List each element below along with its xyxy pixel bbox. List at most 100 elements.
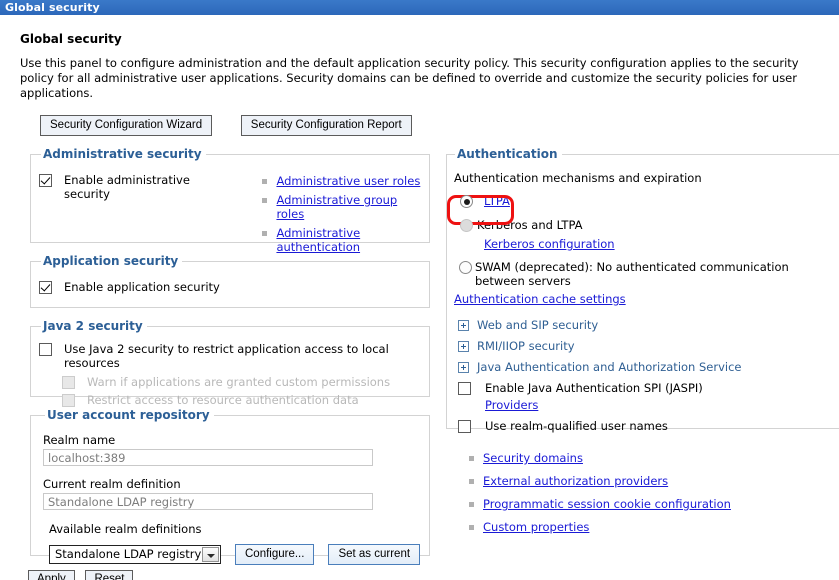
list-item: Programmatic session cookie configuratio… — [469, 497, 839, 511]
authentication-cache-settings-row: Authentication cache settings — [454, 292, 836, 306]
restrict-resource-auth-checkbox — [62, 394, 75, 407]
kerberos-and-ltpa-radio[interactable] — [460, 219, 473, 232]
security-domains-link[interactable]: Security domains — [483, 451, 583, 465]
swam-radio[interactable] — [459, 261, 472, 274]
ltpa-link[interactable]: LTPA — [484, 194, 510, 208]
warn-custom-permissions-checkbox — [62, 376, 75, 389]
list-item: External authorization providers — [469, 474, 839, 488]
administrative-group-roles-link[interactable]: Administrative group roles — [276, 193, 421, 221]
current-realm-definition-field: Standalone LDAP registry — [43, 493, 373, 510]
java2-security-legend: Java 2 security — [41, 319, 147, 333]
java-authentication-authorization-service-link[interactable]: Java Authentication and Authorization Se… — [477, 360, 742, 374]
left-column: Administrative security Enable administr… — [30, 147, 430, 567]
enable-administrative-security-row: Enable administrative security Administr… — [39, 173, 421, 259]
use-realm-qualified-label: Use realm-qualified user names — [485, 419, 668, 433]
expand-plus-icon[interactable] — [458, 362, 469, 373]
link-item: Administrative group roles — [262, 193, 421, 221]
application-security-section: Application security Enable application … — [30, 254, 430, 308]
restrict-resource-auth-row: Restrict access to resource authenticati… — [62, 393, 421, 407]
two-column-layout: Administrative security Enable administr… — [10, 147, 829, 557]
security-configuration-wizard-button[interactable]: Security Configuration Wizard — [40, 115, 212, 136]
bullet-icon — [469, 502, 474, 507]
bullet-icon — [469, 456, 474, 461]
authentication-section: Authentication Authentication mechanisms… — [446, 147, 839, 429]
expand-plus-icon[interactable] — [458, 341, 469, 352]
reset-button[interactable]: Reset — [85, 570, 133, 580]
external-authorization-providers-link[interactable]: External authorization providers — [483, 474, 668, 488]
enable-jaspi-label: Enable Java Authentication SPI (JASPI) — [485, 381, 703, 395]
page-description: Use this panel to configure administrati… — [20, 56, 835, 101]
use-realm-qualified-row: Use realm-qualified user names — [458, 419, 836, 433]
providers-link[interactable]: Providers — [485, 398, 538, 412]
kerberos-configuration-link[interactable]: Kerberos configuration — [484, 237, 615, 251]
list-item: Security domains — [469, 451, 839, 465]
warn-custom-permissions-label: Warn if applications are granted custom … — [87, 375, 390, 389]
configure-button[interactable]: Configure... — [235, 544, 314, 565]
bottom-links-list: Security domains External authorization … — [469, 451, 839, 534]
user-account-repository-legend: User account repository — [45, 408, 214, 422]
realm-name-field: localhost:389 — [43, 449, 373, 466]
bullet-icon — [469, 525, 474, 530]
providers-row: Providers — [485, 398, 836, 412]
bullet-icon — [262, 198, 267, 203]
page-title: Global security — [20, 32, 829, 46]
chevron-down-icon[interactable] — [202, 547, 219, 562]
administrative-security-legend: Administrative security — [41, 147, 206, 161]
bullet-icon — [469, 479, 474, 484]
kerberos-and-ltpa-label: Kerberos and LTPA — [477, 218, 583, 232]
use-realm-qualified-checkbox[interactable] — [458, 420, 471, 433]
expand-plus-icon[interactable] — [458, 320, 469, 331]
apply-button[interactable]: Apply — [28, 570, 75, 580]
tree-item-rmi-iiop-security[interactable]: RMI/IIOP security — [458, 339, 836, 353]
tree-item-web-sip-security[interactable]: Web and SIP security — [458, 318, 836, 332]
tree-item-jaas[interactable]: Java Authentication and Authorization Se… — [458, 360, 836, 374]
available-realm-definitions-select[interactable]: Standalone LDAP registry — [49, 545, 221, 564]
link-item: Administrative authentication — [262, 226, 421, 254]
enable-administrative-security-checkbox[interactable] — [39, 174, 52, 187]
web-and-sip-security-link[interactable]: Web and SIP security — [477, 318, 598, 332]
use-java2-security-label: Use Java 2 security to restrict applicat… — [64, 342, 421, 370]
warn-custom-permissions-row: Warn if applications are granted custom … — [62, 375, 421, 389]
authentication-mechanisms-label: Authentication mechanisms and expiration — [454, 171, 836, 185]
kerberos-configuration-row: Kerberos configuration — [484, 237, 836, 251]
page-body: Global security Use this panel to config… — [0, 32, 839, 580]
authentication-cache-settings-link[interactable]: Authentication cache settings — [454, 292, 626, 306]
rmi-iiop-security-link[interactable]: RMI/IIOP security — [477, 339, 575, 353]
right-column: Authentication Authentication mechanisms… — [446, 147, 839, 543]
enable-administrative-security-label: Enable administrative security — [64, 173, 214, 201]
administrative-user-roles-link[interactable]: Administrative user roles — [276, 174, 420, 188]
administrative-security-section: Administrative security Enable administr… — [30, 147, 430, 243]
administrative-authentication-link[interactable]: Administrative authentication — [276, 226, 421, 254]
enable-jaspi-row: Enable Java Authentication SPI (JASPI) — [458, 381, 836, 395]
programmatic-session-cookie-configuration-link[interactable]: Programmatic session cookie configuratio… — [483, 497, 731, 511]
current-realm-definition-label: Current realm definition — [43, 477, 421, 491]
bullet-icon — [262, 179, 267, 184]
swam-label: SWAM (deprecated): No authenticated comm… — [475, 260, 836, 288]
enable-jaspi-checkbox[interactable] — [458, 382, 471, 395]
window-titlebar: Global security — [0, 0, 839, 15]
ltpa-radio[interactable] — [460, 195, 473, 208]
administrative-security-links: Administrative user roles Administrative… — [262, 174, 421, 259]
application-security-legend: Application security — [41, 254, 182, 268]
realm-name-label: Realm name — [43, 433, 421, 447]
window-title: Global security — [5, 1, 100, 14]
enable-application-security-row: Enable application security — [39, 280, 421, 294]
swam-option-row: SWAM (deprecated): No authenticated comm… — [459, 260, 836, 288]
authentication-legend: Authentication — [455, 147, 562, 161]
kerberos-and-ltpa-option-row: Kerberos and LTPA — [460, 218, 836, 232]
user-account-repository-section: User account repository Realm name local… — [30, 408, 430, 556]
list-item: Custom properties — [469, 520, 839, 534]
bullet-icon — [262, 231, 267, 236]
realm-controls-row: Standalone LDAP registry Configure... Se… — [49, 544, 421, 565]
available-realm-selected-value: Standalone LDAP registry — [55, 546, 202, 563]
security-configuration-report-button[interactable]: Security Configuration Report — [241, 115, 412, 136]
top-button-bar: Security Configuration Wizard Security C… — [40, 115, 829, 136]
available-realm-definitions-label: Available realm definitions — [49, 522, 421, 536]
enable-application-security-checkbox[interactable] — [39, 281, 52, 294]
restrict-resource-auth-label: Restrict access to resource authenticati… — [87, 393, 359, 407]
custom-properties-link[interactable]: Custom properties — [483, 520, 589, 534]
use-java2-security-checkbox[interactable] — [39, 343, 52, 356]
enable-application-security-label: Enable application security — [64, 280, 220, 294]
use-java2-security-row: Use Java 2 security to restrict applicat… — [39, 342, 421, 370]
set-as-current-button[interactable]: Set as current — [328, 544, 420, 565]
